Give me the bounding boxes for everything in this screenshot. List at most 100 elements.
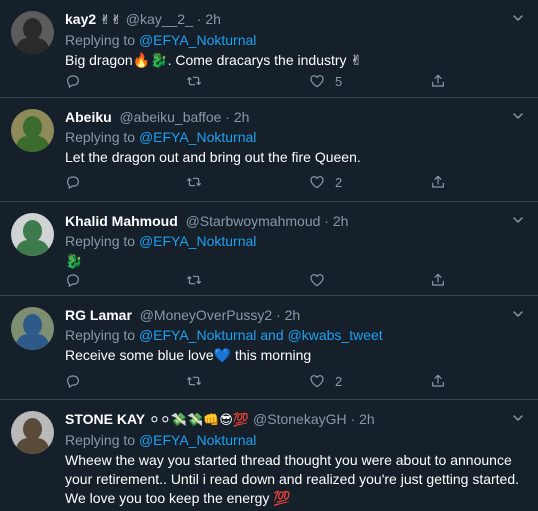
reply-icon (65, 272, 81, 288)
share-button[interactable] (430, 272, 446, 288)
user-handle[interactable]: @Starbwoymahmoud (186, 213, 321, 229)
tweet-text: 🐉 (65, 253, 83, 269)
timestamp[interactable]: 2h (359, 411, 375, 427)
like-button[interactable]: 2 (309, 373, 342, 389)
tweet-text: Wheew the way you started thread thought… (65, 452, 520, 506)
replying-to: Replying to @EFYA_Nokturnal (65, 127, 522, 147)
heart-icon (309, 174, 325, 190)
tweet-content: Khalid Mahmoud @Starbwoymahmoud · 2h Rep… (65, 212, 522, 271)
tweet[interactable]: Abeiku @abeiku_baffoe · 2h Replying to @… (0, 98, 538, 202)
mention-link[interactable]: @EFYA_Nokturnal (139, 432, 256, 448)
reply-button[interactable] (65, 174, 91, 190)
share-button[interactable] (430, 373, 446, 389)
tweet-actions: 2 (65, 174, 445, 194)
replying-to: Replying to @EFYA_Nokturnal (65, 430, 522, 450)
replying-to-label: Replying to (65, 233, 136, 249)
retweet-button[interactable] (186, 272, 212, 288)
retweet-icon (186, 73, 202, 89)
timestamp[interactable]: 2h (205, 11, 221, 27)
heart-icon (309, 73, 325, 89)
chevron-down-icon[interactable] (512, 308, 524, 320)
share-button[interactable] (430, 73, 446, 89)
timestamp[interactable]: 2h (285, 307, 301, 323)
replying-to: Replying to @EFYA_Nokturnal (65, 30, 522, 50)
tweet-content: Abeiku @abeiku_baffoe · 2h Replying to @… (65, 108, 522, 167)
display-name[interactable]: kay2 (65, 11, 96, 27)
replying-to-label: Replying to (65, 327, 136, 343)
user-handle[interactable]: @abeiku_baffoe (119, 109, 221, 125)
tweet[interactable]: RG Lamar @MoneyOverPussy2 · 2h Replying … (0, 296, 538, 400)
avatar[interactable] (11, 109, 54, 152)
tweet-text: Receive some blue love💙 this morning (65, 347, 312, 363)
avatar[interactable] (11, 307, 54, 350)
retweet-button[interactable] (186, 174, 212, 190)
tweet-content: kay2 ✌✌ @kay__2_ · 2h Replying to @EFYA_… (65, 10, 522, 70)
retweet-button[interactable] (186, 73, 212, 89)
heart-icon (309, 272, 325, 288)
replying-to: Replying to @EFYA_Nokturnal (65, 231, 522, 251)
chevron-down-icon[interactable] (512, 214, 524, 226)
reply-button[interactable] (65, 373, 91, 389)
tweet-header: Abeiku @abeiku_baffoe · 2h (65, 108, 522, 126)
share-icon (430, 373, 446, 389)
display-name[interactable]: Abeiku (65, 109, 112, 125)
tweet-content: STONE KAY ⚪⚪💸💸👊😎💯 @StonekayGH · 2h Reply… (65, 410, 522, 508)
separator-dot: · (350, 411, 356, 427)
like-count: 5 (335, 73, 343, 89)
name-emoji: ✌✌ (100, 12, 122, 27)
tweet[interactable]: Khalid Mahmoud @Starbwoymahmoud · 2h Rep… (0, 202, 538, 296)
replying-to-label: Replying to (65, 32, 136, 48)
share-icon (430, 73, 446, 89)
reply-icon (65, 174, 81, 190)
tweet-actions (65, 272, 445, 292)
replying-to-label: Replying to (65, 432, 136, 448)
chevron-down-icon[interactable] (512, 412, 524, 424)
tweet-header: kay2 ✌✌ @kay__2_ · 2h (65, 10, 522, 29)
mention-link[interactable]: @EFYA_Nokturnal (139, 129, 256, 145)
tweet-text: Let the dragon out and bring out the fir… (65, 149, 361, 165)
reply-button[interactable] (65, 73, 91, 89)
heart-icon (309, 373, 325, 389)
tweet-text: Big dragon🔥🐉. Come dracarys the industry… (65, 52, 363, 68)
separator-dot: · (324, 213, 329, 229)
like-count: 2 (335, 373, 343, 389)
timestamp[interactable]: 2h (333, 213, 349, 229)
retweet-button[interactable] (186, 373, 212, 389)
tweet-header: STONE KAY ⚪⚪💸💸👊😎💯 @StonekayGH · 2h (65, 410, 522, 429)
chevron-down-icon[interactable] (512, 110, 524, 122)
tweet-header: Khalid Mahmoud @Starbwoymahmoud · 2h (65, 212, 522, 230)
like-button[interactable] (309, 272, 335, 288)
timestamp[interactable]: 2h (234, 109, 250, 125)
display-name[interactable]: STONE KAY (65, 411, 145, 427)
reply-button[interactable] (65, 272, 91, 288)
replying-to-label: Replying to (65, 129, 136, 145)
tweet[interactable]: STONE KAY ⚪⚪💸💸👊😎💯 @StonekayGH · 2h Reply… (0, 400, 538, 511)
reply-icon (65, 373, 81, 389)
display-name[interactable]: RG Lamar (65, 307, 132, 323)
share-button[interactable] (430, 174, 446, 190)
user-handle[interactable]: @kay__2_ (126, 11, 193, 27)
name-emoji: ⚪⚪💸💸👊😎💯 (149, 412, 250, 427)
retweet-icon (186, 272, 202, 288)
mention-link[interactable]: @EFYA_Nokturnal (139, 32, 256, 48)
share-icon (430, 174, 446, 190)
like-button[interactable]: 2 (309, 174, 342, 190)
retweet-icon (186, 373, 202, 389)
avatar[interactable] (11, 411, 54, 454)
separator-dot: · (196, 11, 202, 27)
chevron-down-icon[interactable] (512, 12, 524, 24)
mention-link[interactable]: @EFYA_Nokturnal and @kwabs_tweet (139, 327, 383, 343)
share-icon (430, 272, 446, 288)
like-button[interactable]: 5 (309, 73, 342, 89)
display-name[interactable]: Khalid Mahmoud (65, 213, 178, 229)
mention-link[interactable]: @EFYA_Nokturnal (139, 233, 256, 249)
avatar[interactable] (11, 11, 54, 54)
tweet-content: RG Lamar @MoneyOverPussy2 · 2h Replying … (65, 306, 522, 365)
avatar[interactable] (11, 213, 54, 256)
like-count: 2 (335, 174, 343, 190)
user-handle[interactable]: @MoneyOverPussy2 (140, 307, 272, 323)
tweet[interactable]: kay2 ✌✌ @kay__2_ · 2h Replying to @EFYA_… (0, 0, 538, 98)
reply-icon (65, 73, 81, 89)
tweet-header: RG Lamar @MoneyOverPussy2 · 2h (65, 306, 522, 324)
user-handle[interactable]: @StonekayGH (253, 411, 347, 427)
